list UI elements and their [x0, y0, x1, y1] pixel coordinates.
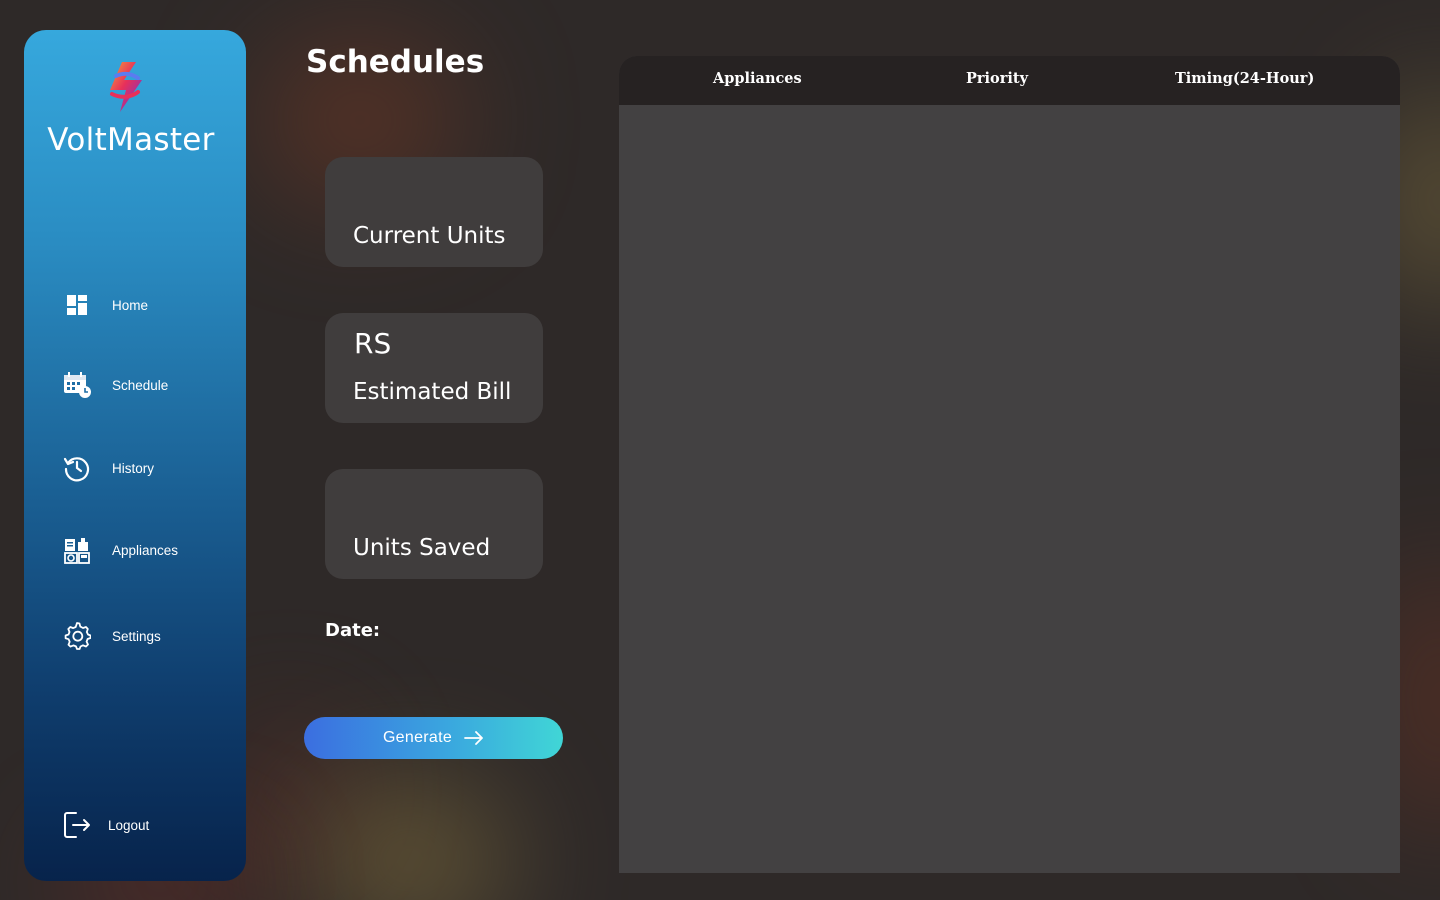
- currency-prefix: RS: [354, 327, 392, 360]
- column-header-timing[interactable]: Timing(24-Hour): [1175, 70, 1314, 87]
- sidebar: VoltMaster Home Schedule History Applian…: [24, 30, 246, 881]
- table-header: Appliances Priority Timing(24-Hour): [619, 56, 1400, 105]
- brand-name: VoltMaster: [47, 122, 215, 158]
- schedule-table: Appliances Priority Timing(24-Hour): [619, 56, 1400, 873]
- generate-button-label: Generate: [382, 729, 453, 746]
- arrow-right-icon: [464, 731, 483, 745]
- sidebar-item-home[interactable]: Home: [62, 290, 148, 320]
- sidebar-item-history[interactable]: History: [62, 453, 154, 483]
- column-header-priority[interactable]: Priority: [966, 70, 1028, 87]
- sidebar-item-label: Schedule: [112, 377, 169, 393]
- generate-button[interactable]: Generate: [304, 717, 563, 759]
- history-icon: [62, 453, 92, 483]
- gear-icon: [62, 621, 92, 651]
- logout-label: Logout: [108, 817, 150, 833]
- logout-icon: [62, 810, 92, 840]
- units-saved-label: Units Saved: [353, 535, 491, 561]
- current-units-label: Current Units: [353, 223, 506, 249]
- dashboard-icon: [62, 290, 92, 320]
- logout-button[interactable]: Logout: [62, 810, 149, 840]
- calendar-clock-icon: [62, 370, 92, 400]
- sidebar-item-label: Settings: [112, 628, 161, 644]
- column-header-appliances[interactable]: Appliances: [713, 70, 802, 87]
- appliances-icon: [62, 535, 92, 565]
- units-saved-card: Units Saved: [325, 469, 543, 579]
- estimated-bill-card: RS Estimated Bill: [325, 313, 543, 423]
- sidebar-item-label: History: [112, 460, 155, 476]
- sidebar-item-settings[interactable]: Settings: [62, 621, 161, 651]
- sidebar-item-label: Home: [112, 297, 149, 313]
- date-label: Date:: [325, 620, 381, 641]
- estimated-bill-label: Estimated Bill: [353, 379, 512, 405]
- sidebar-item-schedule[interactable]: Schedule: [62, 370, 168, 400]
- sidebar-item-appliances[interactable]: Appliances: [62, 535, 178, 565]
- lightning-bolt-logo-icon: [110, 62, 142, 112]
- page-title: Schedules: [306, 44, 485, 80]
- current-units-card: Current Units: [325, 157, 543, 267]
- sidebar-item-label: Appliances: [112, 542, 179, 558]
